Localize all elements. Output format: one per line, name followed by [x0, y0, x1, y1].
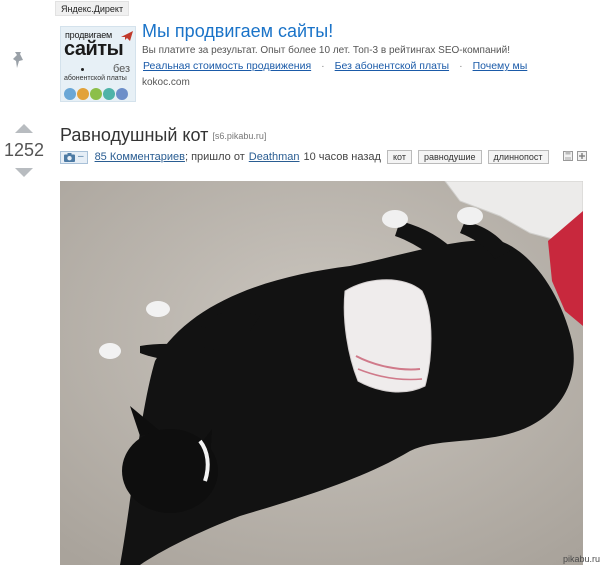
ad-text: Вы платите за результат. Опыт более 10 л…: [142, 45, 510, 56]
ad-separator: ·: [459, 60, 463, 72]
photo-badge[interactable]: –: [60, 150, 88, 164]
logo-badges: [64, 88, 128, 100]
author-link[interactable]: Deathman: [249, 151, 300, 163]
arrow-up-icon[interactable]: [15, 124, 33, 133]
comments-link[interactable]: 85 Комментариев: [95, 151, 185, 163]
ad-logo-line4: абонентской платы: [64, 75, 127, 82]
story-tools: [563, 151, 587, 161]
posted-from-label: ; пришло от: [184, 151, 245, 163]
ad-link-why-us[interactable]: Почему мы: [473, 60, 528, 72]
plus-icon[interactable]: [577, 151, 587, 161]
camera-icon: [64, 152, 75, 162]
tag-cat[interactable]: кот: [387, 150, 412, 164]
ad-logo-line2: сайты: [64, 38, 124, 60]
badge-icon: [77, 88, 89, 100]
ad-domain: kokoc.com: [142, 77, 190, 88]
tag-indifference[interactable]: равнодушие: [417, 150, 482, 164]
tag-longpost[interactable]: длиннопост: [487, 150, 549, 164]
story-meta: – 85 Комментариев ; пришло от Deathman 1…: [60, 150, 381, 164]
ad-separator: ·: [321, 60, 325, 72]
ad-logo[interactable]: продвигаем сайты без абонентской платы: [60, 26, 136, 102]
badge-icon: [90, 88, 102, 100]
ad-link-price[interactable]: Реальная стоимость продвижения: [143, 60, 311, 72]
story-title-link[interactable]: Равнодушный кот: [60, 125, 208, 145]
arrow-down-icon[interactable]: [15, 168, 33, 177]
time-ago: 10 часов назад: [303, 151, 381, 163]
ad-title[interactable]: Мы продвигаем сайты!: [142, 21, 333, 42]
logo-dot: [81, 68, 84, 71]
rating-count: 1252: [4, 140, 45, 160]
watermark: pikabu.ru: [562, 554, 600, 564]
story-source: [s6.pikabu.ru]: [212, 131, 267, 141]
story-image[interactable]: [60, 181, 583, 565]
ad-link-no-fee[interactable]: Без абонентской платы: [335, 60, 449, 72]
pin-icon[interactable]: [10, 50, 28, 70]
cat-photo-illustration: [60, 181, 583, 565]
badge-icon: [64, 88, 76, 100]
photo-badge-dash: –: [78, 151, 84, 162]
tag-list: кот равнодушие длиннопост: [387, 150, 549, 164]
save-icon[interactable]: [563, 151, 573, 161]
badge-icon: [116, 88, 128, 100]
ad-links: Реальная стоимость продвижения · Без або…: [143, 60, 527, 72]
story-title: Равнодушный кот [s6.pikabu.ru]: [60, 125, 266, 146]
ad-logo-line3: без: [113, 63, 131, 75]
ad-label: Яндекс.Директ: [55, 1, 130, 16]
badge-icon: [103, 88, 115, 100]
